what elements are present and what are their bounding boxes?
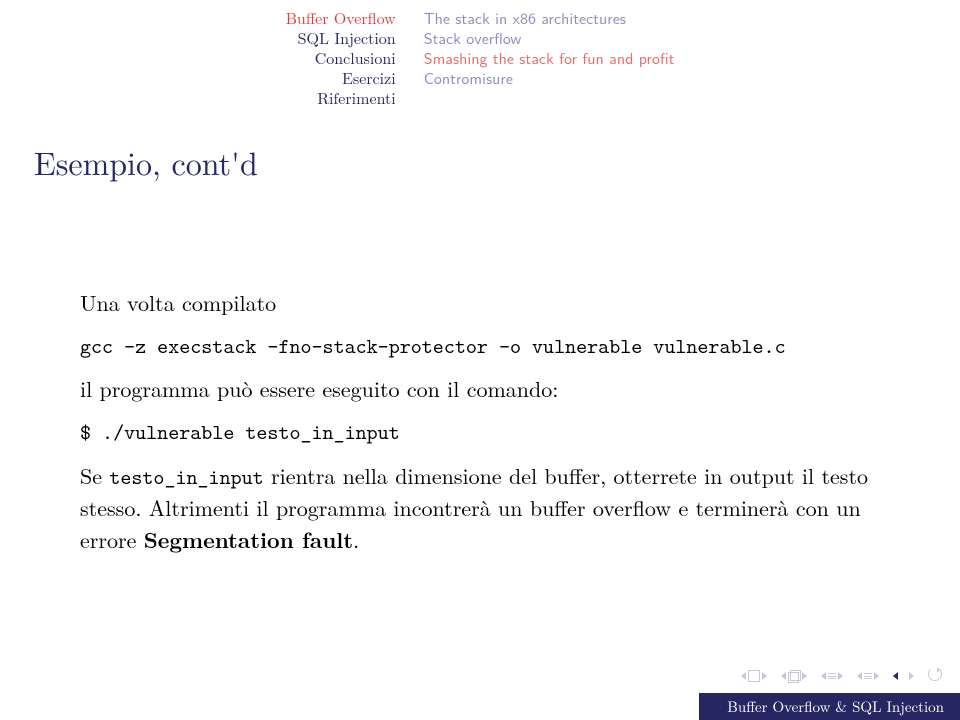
code-line: gcc -z execstack -fno-stack-protector -o… <box>80 331 880 361</box>
subsection-item[interactable]: Smashing the stack for fun and profit <box>424 48 675 68</box>
slide-content: Una volta compilato gcc -z execstack -fn… <box>0 185 960 556</box>
text-run: . <box>353 524 359 555</box>
nav-reload[interactable] <box>928 666 942 686</box>
subsection-item[interactable]: The stack in x86 architectures <box>424 8 675 28</box>
paragraph: il programma può essere eseguito con il … <box>80 373 880 405</box>
nav-frames[interactable] <box>781 670 807 682</box>
inline-code: testo_in_input <box>109 463 263 491</box>
section-list: Buffer Overflow SQL Injection Conclusion… <box>286 8 410 108</box>
nav-sections[interactable] <box>821 672 843 680</box>
nav-first[interactable] <box>741 670 767 682</box>
nav-back-forward[interactable] <box>893 666 914 686</box>
paragraph: Se testo_in_input rientra nella dimensio… <box>80 460 880 556</box>
nav-subsections[interactable] <box>857 672 879 680</box>
subsection-item[interactable]: Contromisure <box>424 68 675 88</box>
section-item[interactable]: Esercizi <box>286 68 396 88</box>
slide-title: Esempio, cont'd <box>0 108 960 185</box>
paragraph: Una volta compilato <box>80 287 880 319</box>
text-bold: Segmentation fault <box>144 524 353 555</box>
beamer-header: Buffer Overflow SQL Injection Conclusion… <box>0 0 960 108</box>
section-item[interactable]: Riferimenti <box>286 88 396 108</box>
footer-short-title: Buffer Overflow & SQL Injection <box>699 693 960 720</box>
text-run: Se <box>80 460 109 491</box>
beamer-nav-bar <box>741 666 942 686</box>
subsection-item[interactable]: Stack overflow <box>424 28 675 48</box>
section-item[interactable]: SQL Injection <box>286 28 396 48</box>
subsection-list: The stack in x86 architectures Stack ove… <box>410 8 675 108</box>
section-item[interactable]: Buffer Overflow <box>286 8 396 28</box>
section-item[interactable]: Conclusioni <box>286 48 396 68</box>
code-line: $ ./vulnerable testo_in_input <box>80 417 880 447</box>
